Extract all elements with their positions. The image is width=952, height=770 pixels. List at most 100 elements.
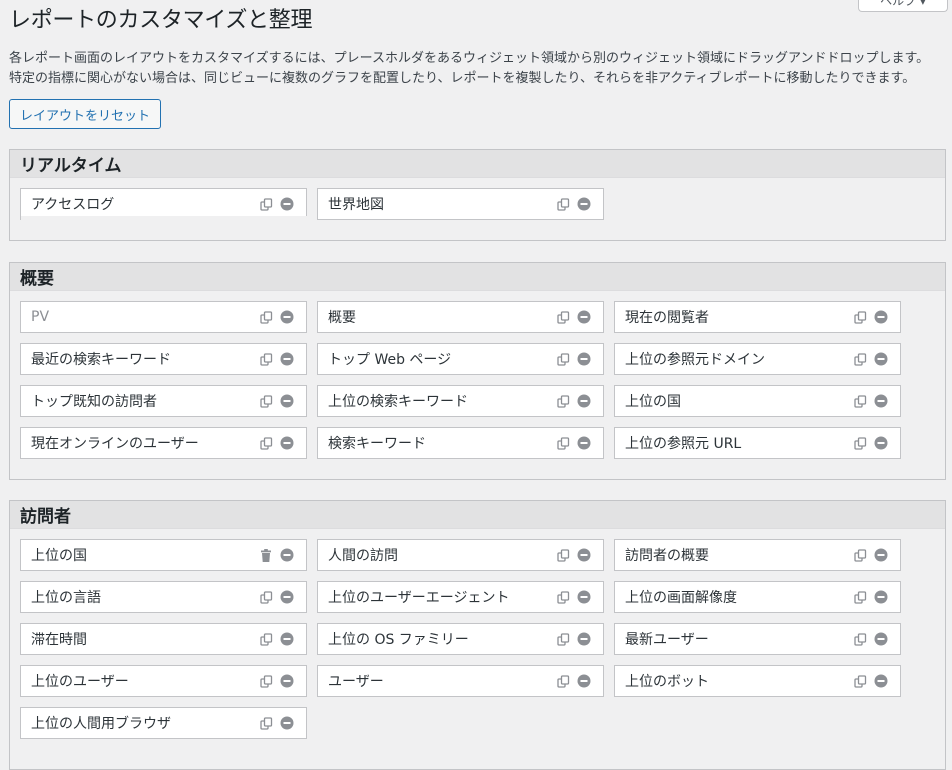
remove-icon[interactable] — [874, 310, 888, 324]
duplicate-icon[interactable] — [853, 436, 867, 450]
widget-users-online[interactable]: 現在オンラインのユーザー — [20, 427, 307, 459]
widget-top-referring-urls[interactable]: 上位の参照元 URL — [614, 427, 901, 459]
remove-icon[interactable] — [280, 436, 294, 450]
widget-label: 検索キーワード — [328, 436, 426, 452]
duplicate-icon[interactable] — [853, 310, 867, 324]
widget-label: 上位の画面解像度 — [625, 590, 737, 606]
duplicate-icon[interactable] — [259, 436, 273, 450]
widget-top-screen-resolutions[interactable]: 上位の画面解像度 — [614, 581, 901, 613]
duplicate-icon[interactable] — [556, 436, 570, 450]
widget-top-countries[interactable]: 上位の国 — [614, 385, 901, 417]
duplicate-icon[interactable] — [259, 197, 273, 211]
widget-label: アクセスログ — [31, 197, 115, 213]
remove-icon[interactable] — [280, 716, 294, 730]
duplicate-icon[interactable] — [853, 674, 867, 688]
section-visitors: 訪問者 上位の国 人間の訪問 訪問者の概要 上位の言語 上位のユーザーエージェン… — [9, 500, 946, 770]
remove-icon[interactable] — [280, 197, 294, 211]
duplicate-icon[interactable] — [259, 590, 273, 604]
remove-icon[interactable] — [577, 548, 591, 562]
remove-icon[interactable] — [874, 590, 888, 604]
remove-icon[interactable] — [874, 394, 888, 408]
duplicate-icon[interactable] — [259, 310, 273, 324]
remove-icon[interactable] — [280, 674, 294, 688]
remove-icon[interactable] — [874, 352, 888, 366]
duplicate-icon[interactable] — [853, 590, 867, 604]
section-title: 概要 — [10, 263, 945, 291]
widget-top-os-families[interactable]: 上位の OS ファミリー — [317, 623, 604, 655]
duplicate-icon[interactable] — [556, 548, 570, 562]
widget-pv[interactable]: PV — [20, 301, 307, 333]
widget-label: 人間の訪問 — [328, 548, 398, 564]
duplicate-icon[interactable] — [259, 674, 273, 688]
duplicate-icon[interactable] — [259, 716, 273, 730]
remove-icon[interactable] — [874, 674, 888, 688]
duplicate-icon[interactable] — [853, 352, 867, 366]
duplicate-icon[interactable] — [556, 197, 570, 211]
widget-label: 上位の参照元 URL — [625, 436, 742, 452]
widget-top-users[interactable]: 上位のユーザー — [20, 665, 307, 697]
widget-top-user-agents[interactable]: 上位のユーザーエージェント — [317, 581, 604, 613]
remove-icon[interactable] — [577, 197, 591, 211]
widget-world-map[interactable]: 世界地図 — [317, 188, 604, 220]
remove-icon[interactable] — [577, 352, 591, 366]
trash-icon[interactable] — [259, 548, 273, 562]
widget-current-viewers[interactable]: 現在の閲覧者 — [614, 301, 901, 333]
widget-top-referring-domains[interactable]: 上位の参照元ドメイン — [614, 343, 901, 375]
widget-top-human-browsers[interactable]: 上位の人間用ブラウザ — [20, 707, 307, 739]
duplicate-icon[interactable] — [853, 548, 867, 562]
duplicate-icon[interactable] — [853, 394, 867, 408]
remove-icon[interactable] — [577, 674, 591, 688]
widget-label: ユーザー — [328, 674, 384, 690]
widget-top-bots[interactable]: 上位のボット — [614, 665, 901, 697]
widget-label: 世界地図 — [328, 197, 384, 213]
duplicate-icon[interactable] — [853, 632, 867, 646]
remove-icon[interactable] — [874, 548, 888, 562]
remove-icon[interactable] — [874, 632, 888, 646]
widget-top-web-pages[interactable]: トップ Web ページ — [317, 343, 604, 375]
remove-icon[interactable] — [577, 632, 591, 646]
remove-icon[interactable] — [280, 310, 294, 324]
remove-icon[interactable] — [280, 394, 294, 408]
reset-layout-button[interactable]: レイアウトをリセット — [9, 99, 161, 129]
widget-recent-search-keywords[interactable]: 最近の検索キーワード — [20, 343, 307, 375]
duplicate-icon[interactable] — [259, 352, 273, 366]
duplicate-icon[interactable] — [259, 632, 273, 646]
widget-top-search-keywords[interactable]: 上位の検索キーワード — [317, 385, 604, 417]
widget-time-on-site[interactable]: 滞在時間 — [20, 623, 307, 655]
widget-label: トップ Web ページ — [328, 352, 452, 368]
widget-users[interactable]: ユーザー — [317, 665, 604, 697]
description-line-1: 各レポート画面のレイアウトをカスタマイズするには、プレースホルダをあるウィジェッ… — [9, 51, 930, 66]
help-tab[interactable]: ヘルプ ▾ — [858, 0, 948, 12]
widget-search-keywords[interactable]: 検索キーワード — [317, 427, 604, 459]
widget-visitor-overview[interactable]: 訪問者の概要 — [614, 539, 901, 571]
widget-access-log[interactable]: アクセスログ — [20, 188, 308, 220]
widget-overview[interactable]: 概要 — [317, 301, 604, 333]
page-title: レポートのカスタマイズと整理 — [9, 8, 313, 33]
duplicate-icon[interactable] — [556, 394, 570, 408]
duplicate-icon[interactable] — [556, 632, 570, 646]
page-description: 各レポート画面のレイアウトをカスタマイズするには、プレースホルダをあるウィジェッ… — [9, 49, 944, 89]
remove-icon[interactable] — [280, 548, 294, 562]
widget-label: 最新ユーザー — [625, 632, 709, 648]
widget-label: 上位のユーザーエージェント — [328, 590, 510, 606]
remove-icon[interactable] — [577, 436, 591, 450]
widget-visitors-top-countries[interactable]: 上位の国 — [20, 539, 307, 571]
widget-top-known-visitors[interactable]: トップ既知の訪問者 — [20, 385, 307, 417]
duplicate-icon[interactable] — [556, 590, 570, 604]
remove-icon[interactable] — [874, 436, 888, 450]
duplicate-icon[interactable] — [556, 352, 570, 366]
widget-latest-users[interactable]: 最新ユーザー — [614, 623, 901, 655]
remove-icon[interactable] — [280, 632, 294, 646]
duplicate-icon[interactable] — [556, 310, 570, 324]
duplicate-icon[interactable] — [259, 394, 273, 408]
remove-icon[interactable] — [577, 590, 591, 604]
widget-top-languages[interactable]: 上位の言語 — [20, 581, 307, 613]
duplicate-icon[interactable] — [556, 674, 570, 688]
remove-icon[interactable] — [577, 310, 591, 324]
widget-human-visits[interactable]: 人間の訪問 — [317, 539, 604, 571]
remove-icon[interactable] — [577, 394, 591, 408]
remove-icon[interactable] — [280, 352, 294, 366]
widget-label: 訪問者の概要 — [625, 548, 709, 564]
widget-label: 上位の人間用ブラウザ — [31, 716, 171, 732]
remove-icon[interactable] — [280, 590, 294, 604]
